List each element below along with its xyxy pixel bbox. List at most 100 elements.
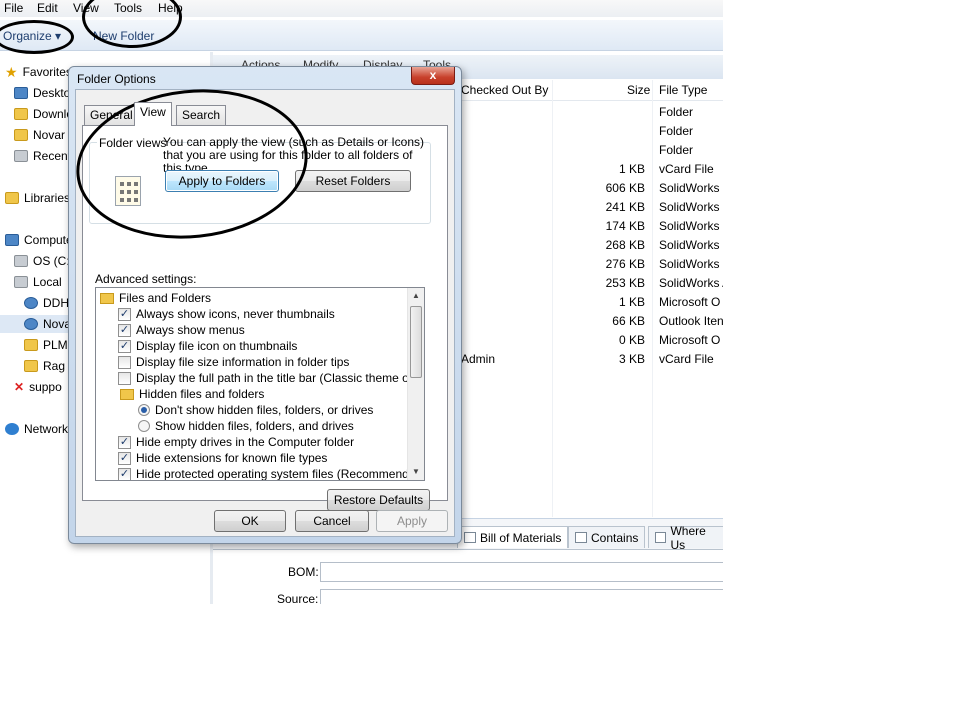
network-icon (5, 423, 19, 435)
nav-libraries[interactable]: Libraries (5, 189, 70, 207)
nav-label: PLM (43, 338, 68, 352)
organize-button[interactable]: Organize ▾ (3, 29, 61, 43)
nav-support[interactable]: ✕ suppo (14, 378, 62, 396)
radio-option[interactable]: Show hidden files, folders, and drives (138, 418, 354, 434)
setting-label: Show hidden files, folders, and drives (155, 419, 354, 433)
menu-file[interactable]: File (4, 1, 23, 15)
checkbox-option[interactable]: ✓ Hide protected operating system files (… (118, 466, 424, 480)
setting-label: Display file icon on thumbnails (136, 339, 298, 353)
scroll-down-icon[interactable]: ▼ (408, 464, 424, 480)
restore-defaults-button[interactable]: Restore Defaults (327, 489, 430, 511)
vault-icon (24, 318, 38, 330)
tab-label: Contains (591, 530, 639, 545)
checkbox-option[interactable]: ✓ Display file icon on thumbnails (118, 338, 297, 354)
radio-unselected-icon[interactable] (138, 420, 150, 432)
checkbox-checked-icon[interactable]: ✓ (118, 339, 131, 353)
star-icon: ★ (5, 63, 18, 80)
source-field[interactable] (320, 589, 723, 604)
file-type-cell: SolidWorks I (659, 181, 723, 195)
cancel-button[interactable]: Cancel (295, 510, 369, 532)
checkbox-option[interactable]: ✓ Hide extensions for known file types (118, 450, 327, 466)
checkbox-checked-icon[interactable]: ✓ (118, 467, 131, 480)
computer-icon (5, 234, 19, 246)
new-folder-button[interactable]: New Folder (93, 29, 154, 43)
tab-search[interactable]: Search (176, 105, 227, 125)
apply-button[interactable]: Apply (376, 510, 448, 532)
size-cell: 1 KB (618, 162, 645, 176)
setting-label: Hide empty drives in the Computer folder (136, 435, 355, 449)
menu-view[interactable]: View (73, 1, 99, 15)
radio-selected-icon[interactable] (138, 404, 150, 416)
close-button[interactable]: x (411, 67, 455, 85)
tab-where-used[interactable]: Where Us (648, 524, 723, 552)
checkbox-option[interactable]: Display file size information in folder … (118, 354, 349, 370)
menu-help[interactable]: Help (158, 1, 183, 15)
nav-plm[interactable]: PLM (24, 336, 68, 354)
checkbox-unchecked-icon[interactable] (118, 355, 131, 369)
size-cell: 268 KB (605, 238, 645, 252)
nav-recent[interactable]: Recent (14, 147, 71, 165)
nav-favorites[interactable]: ★ Favorites (5, 63, 72, 81)
nav-label: DDH (43, 296, 69, 310)
nav-ddh[interactable]: DDH (24, 294, 69, 312)
bom-label: BOM: (288, 565, 319, 579)
vertical-scrollbar[interactable]: ▲ ▼ (407, 288, 424, 480)
nav-label: Local (33, 275, 62, 289)
folder-icon (120, 388, 134, 400)
folder-icon (14, 108, 28, 120)
checkbox-option[interactable]: Display the full path in the title bar (… (118, 370, 425, 386)
menu-bar: File Edit View Tools Help (0, 0, 723, 17)
checkbox-checked-icon[interactable]: ✓ (118, 307, 131, 321)
checkbox-option[interactable]: ✓ Always show icons, never thumbnails (118, 306, 335, 322)
setting-label: Hidden files and folders (139, 387, 265, 401)
folder-views-legend: Folder views (97, 136, 169, 150)
tab-view[interactable]: View (134, 102, 172, 126)
bom-field[interactable] (320, 562, 723, 582)
menu-tools[interactable]: Tools (114, 1, 142, 15)
checkbox-unchecked-icon[interactable] (118, 371, 131, 385)
checkbox-option[interactable]: ✓ Hide empty drives in the Computer folde… (118, 434, 354, 450)
scroll-thumb[interactable] (410, 306, 422, 378)
library-icon (5, 192, 19, 204)
reset-folders-button[interactable]: Reset Folders (295, 170, 411, 192)
menu-edit[interactable]: Edit (37, 1, 58, 15)
column-file-type[interactable]: File Type (659, 83, 707, 97)
nav-computer[interactable]: Computer (5, 231, 77, 249)
recent-places-icon (14, 150, 28, 162)
setting-label: Display the full path in the title bar (… (136, 371, 425, 385)
checkbox-checked-icon[interactable]: ✓ (118, 323, 131, 337)
folder-icon (14, 129, 28, 141)
column-checked-out-by[interactable]: Checked Out By (461, 83, 548, 97)
nav-novar[interactable]: Novar (14, 126, 65, 144)
size-cell: 0 KB (618, 333, 645, 347)
file-type-cell: SolidWorks I (659, 238, 723, 252)
contains-icon (575, 532, 587, 543)
radio-option[interactable]: Don't show hidden files, folders, or dri… (138, 402, 373, 418)
nav-rag[interactable]: Rag (24, 357, 65, 375)
bom-icon (464, 532, 476, 543)
column-size[interactable]: Size (627, 83, 650, 97)
ok-button[interactable]: OK (214, 510, 286, 532)
nav-label: Network (24, 422, 69, 436)
tab-general[interactable]: General (84, 105, 139, 125)
tab-contains[interactable]: Contains (568, 526, 646, 548)
nav-network[interactable]: Network (5, 420, 68, 438)
checkbox-option[interactable]: ✓ Always show menus (118, 322, 245, 338)
vault-icon (24, 297, 38, 309)
nav-os-drive[interactable]: OS (C:) (14, 252, 74, 270)
tab-label: Bill of Materials (480, 530, 562, 545)
size-cell: 253 KB (605, 276, 645, 290)
scroll-up-icon[interactable]: ▲ (408, 288, 424, 304)
checkbox-checked-icon[interactable]: ✓ (118, 451, 131, 465)
advanced-settings-list: Files and Folders ✓ Always show icons, nev… (95, 287, 425, 481)
nav-local-drive[interactable]: Local (14, 273, 62, 291)
size-cell: 276 KB (605, 257, 645, 271)
setting-label: Always show menus (136, 323, 245, 337)
checkbox-checked-icon[interactable]: ✓ (118, 435, 131, 449)
setting-label: Always show icons, never thumbnails (136, 307, 335, 321)
advanced-settings-label: Advanced settings: (95, 272, 197, 286)
file-type-cell: vCard File (659, 352, 714, 366)
settings-group: Files and Folders (100, 290, 211, 306)
tab-bill-of-materials[interactable]: Bill of Materials (457, 526, 569, 548)
apply-to-folders-button[interactable]: Apply to Folders (165, 170, 279, 192)
